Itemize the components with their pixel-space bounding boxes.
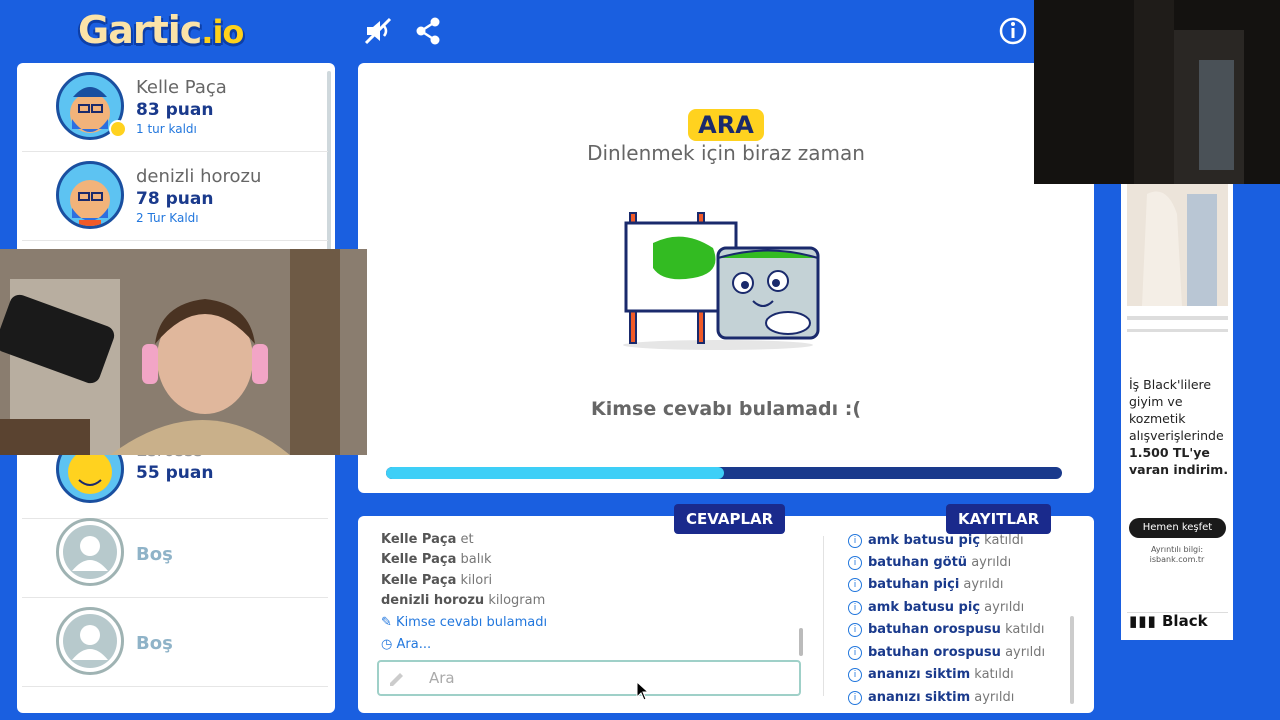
log-item: i batuhan orospusu ayrıldı bbox=[848, 645, 1045, 660]
pencil-icon: ✎ bbox=[381, 615, 392, 630]
mouse-cursor-icon bbox=[636, 681, 650, 701]
log-item: i batuhan götü ayrıldı bbox=[848, 555, 1011, 570]
easel-paint-bucket-illustration bbox=[623, 212, 820, 350]
gartic-logo[interactable]: Gartic.io bbox=[78, 8, 244, 52]
info-icon: i bbox=[848, 690, 862, 705]
crown-badge-icon bbox=[109, 120, 127, 138]
answer-item: Kelle Paça balık bbox=[381, 552, 492, 567]
webcam-overlay-streamer bbox=[0, 249, 367, 455]
player-name: Kelle Paça bbox=[136, 77, 227, 98]
player-empty-label: Boş bbox=[136, 544, 173, 565]
ad-brand-logo: ▮▮▮ Black bbox=[1129, 612, 1208, 630]
player-name: denizli horozu bbox=[136, 166, 262, 187]
log-item: i amk batusu piç ayrıldı bbox=[848, 600, 1024, 615]
status-subtitle: Dinlenmek için biraz zaman bbox=[587, 141, 865, 165]
status-badge: ARA bbox=[688, 109, 764, 141]
answer-notice: ✎ Kimse cevabı bulamadı bbox=[381, 615, 548, 630]
ad-divider bbox=[1127, 316, 1228, 320]
share-icon[interactable] bbox=[413, 16, 443, 46]
log-item: i batuhan piçi ayrıldı bbox=[848, 577, 1004, 592]
player-item: Kelle Paça 83 puan 1 tur kaldı bbox=[22, 63, 328, 152]
info-icon: i bbox=[848, 667, 862, 682]
player-turns: 2 Tur Kaldı bbox=[136, 211, 199, 225]
answer-item: Kelle Paça kilori bbox=[381, 573, 493, 588]
ad-fineprint: Ayrıntılı bilgi: isbank.com.tr bbox=[1149, 545, 1205, 564]
answer-input-placeholder: Ara bbox=[429, 669, 455, 687]
info-icon: i bbox=[848, 533, 862, 548]
log-item: i amk batusu piç katıldı bbox=[848, 533, 1024, 548]
answers-scrollbar[interactable] bbox=[799, 628, 803, 656]
chat-panel: CEVAPLAR KAYITLAR Kelle Paça et Kelle Pa… bbox=[358, 504, 1094, 713]
clock-icon: ◷ bbox=[381, 637, 393, 652]
divider bbox=[823, 536, 824, 696]
player-score: 55 puan bbox=[136, 463, 214, 483]
logo-suffix: .io bbox=[201, 13, 244, 51]
empty-avatar-icon bbox=[56, 607, 124, 675]
player-slot-empty: Boş bbox=[22, 509, 328, 598]
logs-scrollbar[interactable] bbox=[1070, 616, 1074, 704]
ad-photo bbox=[1127, 184, 1228, 306]
advertisement-panel[interactable]: İş Black'lilere giyim ve kozmetik alışve… bbox=[1121, 184, 1233, 640]
drawing-panel: ARA Dinlenmek için biraz zaman Kimse cev… bbox=[358, 63, 1094, 493]
ad-divider bbox=[1127, 329, 1228, 332]
pencil-icon bbox=[390, 673, 403, 686]
round-progress-fill bbox=[386, 467, 724, 479]
logo-text: Gartic bbox=[78, 8, 202, 52]
round-progress-bar bbox=[386, 467, 1062, 479]
answer-item: Kelle Paça et bbox=[381, 532, 474, 547]
player-score: 83 puan bbox=[136, 100, 214, 120]
log-item: i ananızı siktim katıldı bbox=[848, 667, 1014, 682]
player-slot-empty: Boş bbox=[22, 598, 328, 687]
ad-cta-button[interactable]: Hemen keşfet bbox=[1129, 518, 1226, 538]
info-icon: i bbox=[848, 577, 862, 592]
log-item: i batuhan orospusu katıldı bbox=[848, 622, 1045, 637]
player-turns: 1 tur kaldı bbox=[136, 122, 197, 136]
mute-icon[interactable] bbox=[363, 16, 393, 46]
info-icon: i bbox=[848, 622, 862, 637]
ad-brand-bars-icon: ▮▮▮ bbox=[1129, 612, 1157, 630]
answer-input[interactable]: Ara bbox=[377, 660, 801, 696]
ad-text: İş Black'lilere giyim ve kozmetik alışve… bbox=[1129, 377, 1229, 477]
webcam-overlay-room bbox=[1034, 0, 1280, 184]
tab-answers[interactable]: CEVAPLAR bbox=[674, 504, 786, 534]
player-score: 78 puan bbox=[136, 189, 214, 209]
info-icon: i bbox=[848, 555, 862, 570]
tab-logs[interactable]: KAYITLAR bbox=[946, 504, 1052, 534]
player-item: denizli horozu 78 puan 2 Tur Kaldı bbox=[22, 152, 328, 241]
status-message: Kimse cevabı bulamadı :( bbox=[590, 398, 862, 420]
empty-avatar-icon bbox=[56, 518, 124, 586]
player-empty-label: Boş bbox=[136, 633, 173, 654]
info-icon[interactable] bbox=[998, 16, 1028, 46]
answer-item: denizli horozu kilogram bbox=[381, 593, 546, 608]
answer-notice: ◷ Ara... bbox=[381, 637, 432, 652]
info-icon: i bbox=[848, 645, 862, 660]
info-icon: i bbox=[848, 600, 862, 615]
log-item: i ananızı siktim ayrıldı bbox=[848, 690, 1014, 705]
player-avatar bbox=[56, 161, 124, 229]
